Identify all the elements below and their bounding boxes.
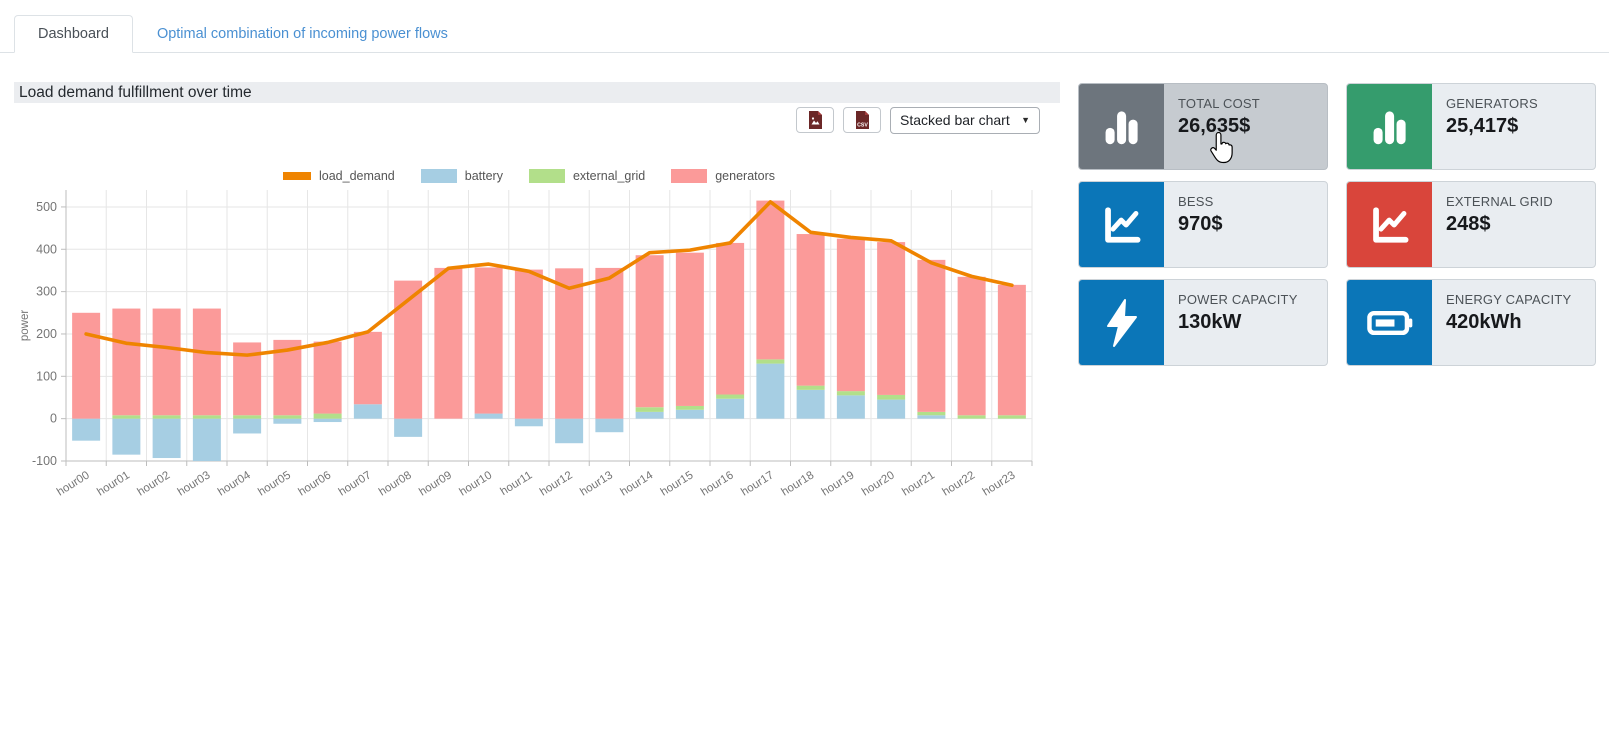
tab-dashboard[interactable]: Dashboard xyxy=(14,15,133,53)
stat-value: 420kWh xyxy=(1446,311,1571,334)
svg-text:-100: -100 xyxy=(32,454,57,468)
svg-text:hour10: hour10 xyxy=(457,469,494,498)
legend-label: external_grid xyxy=(573,169,645,183)
svg-text:hour22: hour22 xyxy=(940,469,977,498)
chart-canvas: -1000100200300400500powerhour00hour01hou… xyxy=(14,188,1046,524)
generators-swatch xyxy=(671,169,707,183)
section-title: Load demand fulfillment over time xyxy=(14,82,1060,103)
legend-label: load_demand xyxy=(319,169,395,183)
svg-text:hour21: hour21 xyxy=(900,469,937,498)
line-chart-icon xyxy=(1079,182,1164,267)
svg-text:hour00: hour00 xyxy=(55,469,92,498)
export-image-button[interactable] xyxy=(796,107,834,133)
lightning-icon xyxy=(1079,280,1164,365)
export-image-file-icon xyxy=(808,111,823,130)
battery-swatch xyxy=(421,169,457,183)
tab-optimal-combination[interactable]: Optimal combination of incoming power fl… xyxy=(133,15,472,53)
svg-text:hour15: hour15 xyxy=(659,469,696,498)
generators-card[interactable]: GENERATORS 25,417$ xyxy=(1346,83,1596,170)
svg-text:hour08: hour08 xyxy=(377,469,414,498)
battery-icon xyxy=(1347,280,1432,365)
stat-label: ENERGY CAPACITY xyxy=(1446,292,1571,307)
export-csv-button[interactable]: CSV xyxy=(843,107,881,133)
svg-text:hour04: hour04 xyxy=(216,469,253,498)
chart-panel: Load demand fulfillment over time CSV xyxy=(14,82,1060,524)
svg-text:hour01: hour01 xyxy=(95,469,132,498)
svg-text:hour12: hour12 xyxy=(538,469,575,498)
tab-bar: Dashboard Optimal combination of incomin… xyxy=(0,0,1609,53)
svg-text:300: 300 xyxy=(36,285,57,299)
energy-capacity-card[interactable]: ENERGY CAPACITY 420kWh xyxy=(1346,279,1596,366)
chart-type-value: Stacked bar chart xyxy=(900,112,1010,128)
stat-value: 26,635$ xyxy=(1178,115,1260,138)
stat-value: 25,417$ xyxy=(1446,115,1538,138)
stat-value: 130kW xyxy=(1178,311,1298,334)
legend-item-load_demand: load_demand xyxy=(283,169,395,183)
svg-text:power: power xyxy=(19,310,31,341)
line-chart-icon xyxy=(1347,182,1432,267)
chart-legend: load_demand battery external_grid generator… xyxy=(14,169,1060,183)
svg-text:hour23: hour23 xyxy=(981,469,1018,498)
legend-label: generators xyxy=(715,169,775,183)
svg-text:200: 200 xyxy=(36,327,57,341)
legend-item-generators: generators xyxy=(671,169,775,183)
svg-text:0: 0 xyxy=(50,412,57,426)
svg-text:hour09: hour09 xyxy=(417,469,454,498)
svg-text:hour16: hour16 xyxy=(699,469,736,498)
caret-down-icon: ▼ xyxy=(1021,115,1030,125)
svg-text:hour20: hour20 xyxy=(860,469,897,498)
bar-chart-icon xyxy=(1347,84,1432,169)
svg-text:hour11: hour11 xyxy=(498,469,534,498)
svg-text:hour05: hour05 xyxy=(256,469,293,498)
stat-label: GENERATORS xyxy=(1446,96,1538,111)
bar-chart-icon xyxy=(1079,84,1164,169)
svg-text:hour06: hour06 xyxy=(296,469,333,498)
power-capacity-card[interactable]: POWER CAPACITY 130kW xyxy=(1078,279,1328,366)
chart-type-select[interactable]: Stacked bar chart ▼ xyxy=(890,107,1040,134)
legend-item-external_grid: external_grid xyxy=(529,169,645,183)
total-cost-card[interactable]: TOTAL COST 26,635$ xyxy=(1078,83,1328,170)
legend-label: battery xyxy=(465,169,503,183)
svg-text:hour03: hour03 xyxy=(176,469,213,498)
svg-text:hour13: hour13 xyxy=(578,469,615,498)
chart-toolbar: CSV Stacked bar chart ▼ xyxy=(14,106,1060,134)
svg-text:hour17: hour17 xyxy=(739,469,776,498)
svg-text:hour14: hour14 xyxy=(618,469,655,498)
svg-text:500: 500 xyxy=(36,200,57,214)
stat-label: TOTAL COST xyxy=(1178,96,1260,111)
load_demand-swatch xyxy=(283,172,311,180)
export-csv-file-icon: CSV xyxy=(855,111,870,130)
svg-text:400: 400 xyxy=(36,242,57,256)
external_grid-swatch xyxy=(529,169,565,183)
svg-text:CSV: CSV xyxy=(857,122,868,128)
stat-value: 248$ xyxy=(1446,213,1553,236)
stat-card-panel: TOTAL COST 26,635$ GENERATORS 25,417$ BE… xyxy=(1078,83,1596,366)
svg-text:hour18: hour18 xyxy=(779,469,816,498)
stat-label: POWER CAPACITY xyxy=(1178,292,1298,307)
svg-text:hour07: hour07 xyxy=(337,469,374,498)
external-grid-card[interactable]: EXTERNAL GRID 248$ xyxy=(1346,181,1596,268)
svg-text:hour19: hour19 xyxy=(820,469,857,498)
stat-value: 970$ xyxy=(1178,213,1223,236)
stat-label: BESS xyxy=(1178,194,1223,209)
svg-text:hour02: hour02 xyxy=(135,469,172,498)
bess-card[interactable]: BESS 970$ xyxy=(1078,181,1328,268)
legend-item-battery: battery xyxy=(421,169,503,183)
stat-label: EXTERNAL GRID xyxy=(1446,194,1553,209)
svg-text:100: 100 xyxy=(36,369,57,383)
